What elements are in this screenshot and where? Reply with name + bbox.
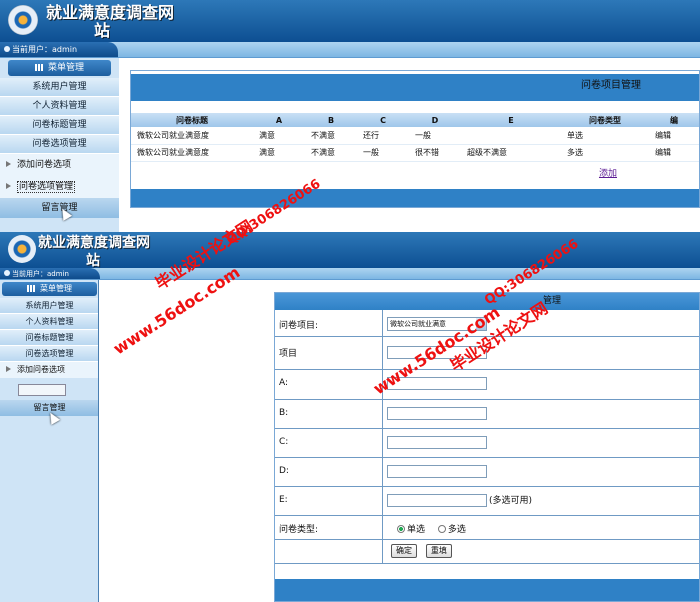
sidebar-nav: 系统用户管理 个人资料管理 问卷标题管理 问卷选项管理 添加问卷选项 问卷选项管… xyxy=(0,78,119,218)
panel-footer xyxy=(275,579,699,601)
add-option-form-panel: 管理 问卷项目: 微软公司就业满意 项目 A: B: C: D: E: (多选可… xyxy=(274,292,700,602)
form-row-c: C: xyxy=(275,429,699,458)
menu-grid-icon xyxy=(34,64,44,71)
form-row-actions: 确定 重填 xyxy=(275,540,699,564)
option-e-input[interactable] xyxy=(387,494,487,507)
site-header: 就业满意度调查网 站 xyxy=(0,0,700,42)
edit-link[interactable]: 编辑 xyxy=(649,144,699,162)
menu-header[interactable]: 菜单管理 xyxy=(8,60,111,76)
form-title: 管理 xyxy=(275,293,699,310)
menu-grid-icon xyxy=(27,285,36,292)
sidebar-item-system-users[interactable]: 系统用户管理 xyxy=(0,78,119,97)
table-row: 微软公司就业满意度 满意 不满意 还行 一般 单选 编辑 xyxy=(131,127,699,145)
col-type: 问卷类型 xyxy=(561,113,649,127)
submit-button[interactable]: 确定 xyxy=(391,544,417,558)
site-title: 就业满意度调查网 站 xyxy=(38,235,150,269)
site-title: 就业满意度调查网 站 xyxy=(46,3,175,40)
form-row-a: A: xyxy=(275,370,699,400)
sidebar: 菜单管理 系统用户管理 个人资料管理 问卷标题管理 问卷选项管理 添加问卷选项 … xyxy=(0,280,99,602)
radio-single[interactable] xyxy=(397,525,405,533)
user-bar: 当前用户：admin xyxy=(0,268,700,280)
screenshot-list-view: 就业满意度调查网 站 当前用户：admin 菜单管理 系统用户管理 个人资料管理… xyxy=(0,0,700,232)
arrow-right-icon xyxy=(6,183,11,189)
sidebar-item-survey-options[interactable]: 问卷选项管理 xyxy=(0,135,119,154)
panel-title: 问卷项目管理 xyxy=(131,71,699,101)
site-logo-icon xyxy=(8,235,36,263)
sub-item-manage-options[interactable]: 问卷选项管理 xyxy=(0,176,119,198)
sidebar-divider xyxy=(98,280,99,602)
chevron-down-icon xyxy=(476,318,486,330)
form-row-survey: 问卷项目: 微软公司就业满意 xyxy=(275,310,699,337)
screenshot-add-form-view: 就业满意度调查网 站 当前用户：admin 菜单管理 系统用户管理 个人资料管理… xyxy=(0,232,700,602)
sidebar-item-profile[interactable]: 个人资料管理 xyxy=(0,314,99,330)
col-a: A xyxy=(253,113,305,127)
survey-item-table: 问卷标题 A B C D E 问卷类型 编 微软公司就业满意度 满意 不满意 还… xyxy=(131,113,699,162)
survey-item-list-panel: 问卷项目管理 问卷标题 A B C D E 问卷类型 编 微软公司就业满意度 满… xyxy=(130,70,700,208)
arrow-right-icon xyxy=(6,366,11,372)
option-a-input[interactable] xyxy=(387,377,487,390)
menu-header[interactable]: 菜单管理 xyxy=(2,282,97,296)
panel-footer xyxy=(131,189,699,207)
sidebar-item-survey-titles[interactable]: 问卷标题管理 xyxy=(0,116,119,135)
sub-item-add-option[interactable]: 添加问卷选项 xyxy=(0,362,99,378)
option-c-input[interactable] xyxy=(387,436,487,449)
current-user-tab: 当前用户：admin xyxy=(0,268,100,279)
site-header: 就业满意度调查网 站 xyxy=(0,232,700,269)
sidebar-search-box[interactable] xyxy=(18,384,66,396)
option-d-input[interactable] xyxy=(387,465,487,478)
table-row: 微软公司就业满意度 满意 不满意 一般 很不错 超级不满意 多选 编辑 xyxy=(131,144,699,162)
user-icon xyxy=(4,46,10,52)
col-edit: 编 xyxy=(649,113,699,127)
item-input[interactable] xyxy=(387,346,487,359)
form-row-type: 问卷类型: 单选 多选 xyxy=(275,516,699,540)
form-row-b: B: xyxy=(275,400,699,429)
arrow-right-icon xyxy=(6,161,11,167)
option-e-hint: (多选可用) xyxy=(489,496,533,506)
current-user-tab: 当前用户：admin xyxy=(0,42,118,57)
sidebar-nav: 系统用户管理 个人资料管理 问卷标题管理 问卷选项管理 添加问卷选项 留言管理 xyxy=(0,298,99,416)
survey-select[interactable]: 微软公司就业满意 xyxy=(387,317,487,331)
col-c: C xyxy=(357,113,409,127)
sidebar-item-survey-titles[interactable]: 问卷标题管理 xyxy=(0,330,99,346)
user-bar: 当前用户：admin xyxy=(0,42,700,58)
form-row-d: D: xyxy=(275,458,699,487)
form-row-e: E: (多选可用) xyxy=(275,487,699,516)
site-logo-icon xyxy=(8,5,38,35)
user-icon xyxy=(4,270,10,276)
radio-multi[interactable] xyxy=(437,525,446,533)
option-b-input[interactable] xyxy=(387,407,487,420)
form-row-item: 项目 xyxy=(275,337,699,370)
sidebar-item-survey-options[interactable]: 问卷选项管理 xyxy=(0,346,99,362)
edit-link[interactable]: 编辑 xyxy=(649,127,699,145)
sidebar-item-system-users[interactable]: 系统用户管理 xyxy=(0,298,99,314)
sidebar: 菜单管理 系统用户管理 个人资料管理 问卷标题管理 问卷选项管理 添加问卷选项 … xyxy=(0,58,119,232)
sidebar-item-profile[interactable]: 个人资料管理 xyxy=(0,97,119,116)
sub-item-add-option[interactable]: 添加问卷选项 xyxy=(0,154,119,176)
reset-button[interactable]: 重填 xyxy=(425,544,452,558)
table-header-row: 问卷标题 A B C D E 问卷类型 编 xyxy=(131,113,699,127)
col-d: D xyxy=(409,113,461,127)
col-e: E xyxy=(461,113,561,127)
add-item-link[interactable]: 添加 xyxy=(131,166,699,182)
col-b: B xyxy=(305,113,357,127)
col-survey-title: 问卷标题 xyxy=(131,113,253,127)
